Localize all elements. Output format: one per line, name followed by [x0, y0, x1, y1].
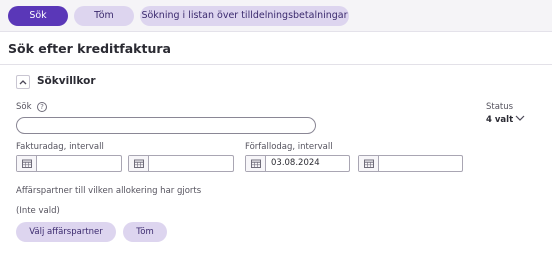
help-icon[interactable]: ?: [37, 102, 47, 112]
search-label: Sök: [16, 102, 32, 112]
status-value[interactable]: 4 valt: [486, 115, 513, 125]
calendar-button[interactable]: [17, 156, 37, 171]
partner-value: (Inte vald): [16, 206, 60, 216]
divider: [0, 64, 552, 65]
invoice-date-from-field[interactable]: [16, 155, 122, 172]
calendar-icon: [364, 159, 374, 168]
calendar-icon: [22, 159, 32, 168]
due-date-from-value: 03.08.2024: [271, 158, 320, 168]
section-title: Sökvillkor: [37, 75, 96, 87]
status-label: Status: [486, 102, 514, 112]
calendar-button[interactable]: [246, 156, 266, 171]
due-date-label: Förfallodag, intervall: [245, 142, 333, 152]
page-title: Sök efter kreditfaktura: [8, 41, 171, 56]
due-date-from-field[interactable]: 03.08.2024: [245, 155, 350, 172]
calendar-button[interactable]: [359, 156, 379, 171]
chevron-down-icon[interactable]: [515, 114, 525, 122]
clear-partner-button[interactable]: Töm: [123, 222, 167, 242]
collapse-button[interactable]: [16, 75, 30, 89]
search-in-list-button[interactable]: Sökning i listan över tilldelningsbetaln…: [140, 6, 349, 26]
calendar-icon: [251, 159, 261, 168]
due-date-to-field[interactable]: [358, 155, 463, 172]
chevron-up-icon: [19, 80, 27, 85]
toolbar: Sök Töm Sökning i listan över tilldelnin…: [0, 0, 552, 32]
choose-partner-button[interactable]: Välj affärspartner: [16, 222, 116, 242]
search-button[interactable]: Sök: [8, 6, 68, 26]
calendar-icon: [134, 159, 144, 168]
partner-label: Affärspartner till vilken allokering har…: [16, 186, 202, 196]
search-input[interactable]: [16, 117, 316, 134]
clear-button[interactable]: Töm: [74, 6, 134, 26]
invoice-date-label: Fakturadag, intervall: [16, 142, 104, 152]
calendar-button[interactable]: [129, 156, 149, 171]
invoice-date-to-field[interactable]: [128, 155, 234, 172]
